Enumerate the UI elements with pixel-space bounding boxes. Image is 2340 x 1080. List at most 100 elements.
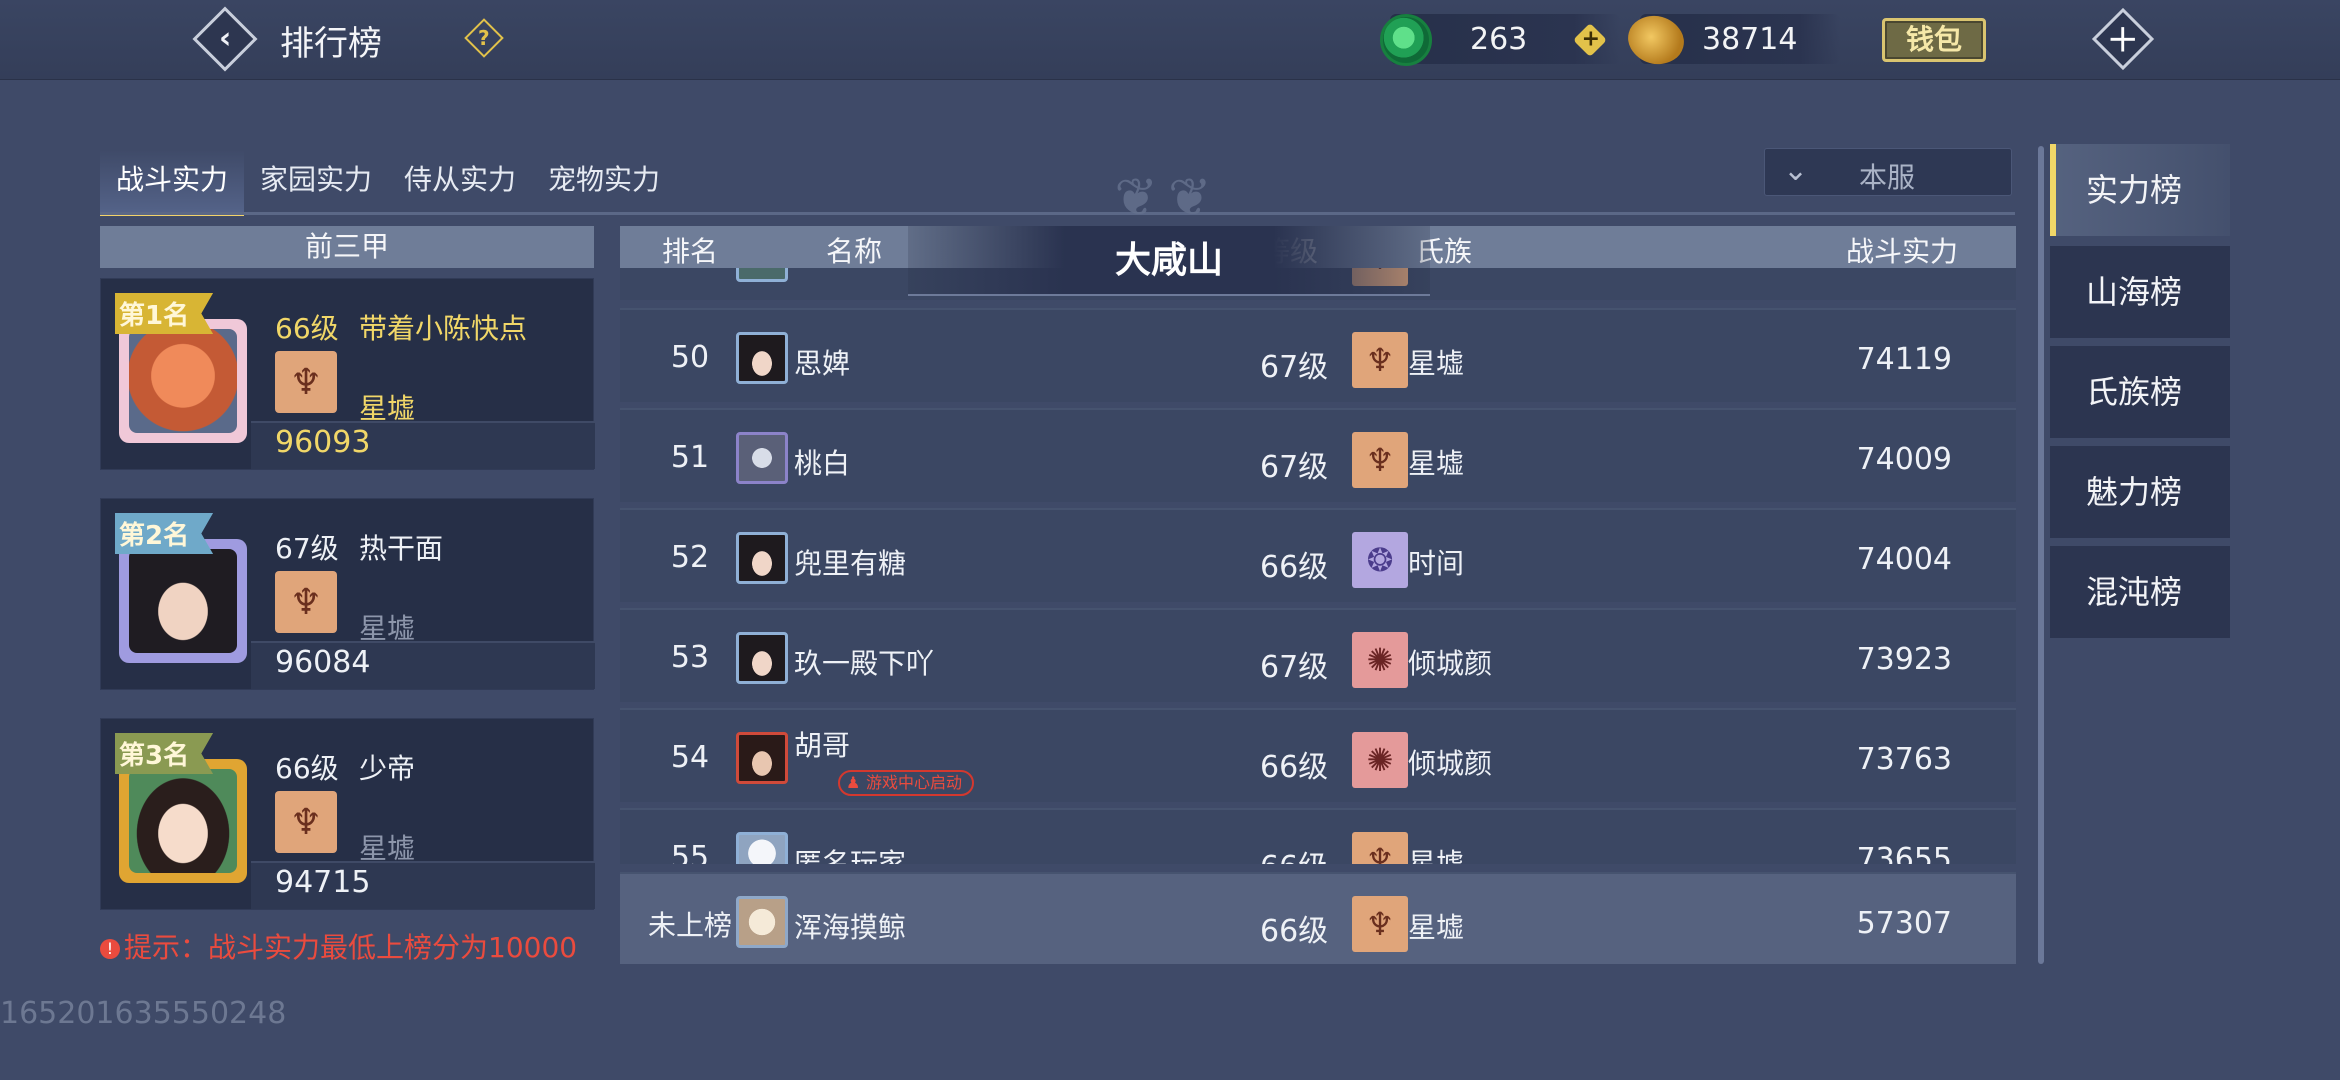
table-row[interactable]: 55 匿名玩家 66级 ♆ 星墟 73655 — [620, 808, 2016, 864]
player-name: 胡哥 — [794, 729, 851, 762]
wallet-button[interactable]: 钱包 — [1882, 18, 1986, 62]
player-level: 66级 — [1260, 842, 1328, 864]
server-banner: 大咸山 — [908, 226, 1430, 296]
combat-power: 74119 — [1856, 342, 1952, 377]
table-row[interactable]: 52 兜里有糖 66级 ❂ 时间 74004 — [620, 508, 2016, 602]
table-row[interactable]: 53 玖一殿下吖 67级 ✺ 倾城颜 73923 — [620, 608, 2016, 702]
server-dropdown[interactable]: ⌄ 本服 — [1764, 148, 2012, 196]
clan-name: 星墟 — [1408, 847, 1465, 864]
chevron-left-icon: ‹ — [218, 21, 232, 56]
server-name: 大咸山 — [1114, 240, 1223, 281]
avatar — [736, 432, 788, 484]
player-name: 浑海摸鲸 — [794, 911, 907, 944]
top3-card-3[interactable]: 第3名 66级 少帝 ♆ 星墟 94715 — [100, 718, 595, 910]
avatar — [736, 532, 788, 584]
clan-emblem-icon: ♆ — [275, 351, 337, 413]
combat-power: 57307 — [1856, 906, 1952, 941]
player-name: 桃白 — [794, 447, 851, 480]
player-name: 少帝 — [359, 752, 416, 785]
combat-power: 74004 — [1856, 542, 1952, 577]
player-level: 66级 — [1260, 550, 1329, 585]
combat-power: 73763 — [1856, 742, 1952, 777]
player-level: 67级 — [275, 532, 339, 565]
combat-power: 96084 — [275, 645, 371, 680]
avatar — [736, 732, 788, 784]
add-currency-button[interactable]: + — [1573, 23, 1607, 57]
avatar — [736, 332, 788, 384]
ranking-list[interactable]: ♆ 50 思婢 67级 ♆ 星墟 74119 51 桃白 67级 ♆ 星墟 74… — [620, 268, 2016, 864]
tab-combat-power[interactable]: 战斗实力 — [100, 150, 245, 216]
player-level: 66级 — [1260, 750, 1329, 785]
clan-emblem-icon: ♆ — [1352, 432, 1408, 488]
top3-header: 前三甲 — [100, 226, 594, 268]
table-row[interactable]: 54 胡哥 游戏中心启动 66级 ✺ 倾城颜 73763 — [620, 708, 2016, 802]
tab-pet-power[interactable]: 宠物实力 — [532, 150, 676, 216]
clan-emblem-icon: ✺ — [1352, 632, 1408, 688]
top-bar: ‹ 排行榜 ? 263 + 38714 钱包 × — [0, 0, 2340, 80]
chevron-down-icon: ⌄ — [1783, 153, 1809, 188]
side-tab-charm[interactable]: 魅力榜 — [2050, 446, 2230, 538]
clan-emblem-icon: ✺ — [1352, 732, 1408, 788]
combat-power: 96093 — [275, 425, 371, 460]
coin-amount: 38714 — [1702, 22, 1798, 57]
top3-card-2[interactable]: 第2名 67级 热干面 ♆ 星墟 96084 — [100, 498, 595, 690]
clan-emblem-icon: ♆ — [1352, 332, 1408, 388]
user-id: 165201635550248 — [0, 996, 287, 1031]
avatar — [736, 832, 788, 864]
clan-emblem-icon: ♆ — [1352, 832, 1408, 864]
col-rank: 排名 — [662, 235, 719, 268]
player-level: 67级 — [1260, 350, 1329, 385]
rank-ribbon: 第3名 — [115, 733, 214, 774]
clan-name: 倾城颜 — [1408, 647, 1493, 680]
server-dropdown-value: 本服 — [1859, 161, 1916, 194]
jade-amount: 263 — [1470, 22, 1528, 57]
side-tab-power[interactable]: 实力榜 — [2050, 144, 2230, 236]
rank-ribbon: 第1名 — [115, 293, 214, 334]
avatar — [736, 632, 788, 684]
combat-power: 94715 — [275, 865, 371, 900]
side-tab-shanhai[interactable]: 山海榜 — [2050, 246, 2230, 338]
player-name: 思婢 — [794, 347, 851, 380]
close-icon: × — [2098, 14, 2148, 64]
avatar — [736, 896, 788, 948]
clan-emblem-icon: ❂ — [1352, 532, 1408, 588]
table-row[interactable]: 51 桃白 67级 ♆ 星墟 74009 — [620, 408, 2016, 502]
clan-emblem-icon: ♆ — [1352, 896, 1408, 952]
player-level: 66级 — [275, 752, 339, 785]
tab-attendant-power[interactable]: 侍从实力 — [388, 150, 532, 216]
combat-power: 73655 — [1856, 842, 1952, 864]
clan-emblem-icon: ♆ — [275, 571, 337, 633]
clan-name: 星墟 — [1408, 347, 1465, 380]
help-icon[interactable]: ? — [464, 18, 504, 58]
clan-name: 时间 — [1408, 547, 1465, 580]
warning-icon: ! — [100, 939, 120, 959]
player-name: 带着小陈快点 — [359, 312, 528, 345]
avatar — [119, 539, 247, 663]
banner-ornament-icon: ❦❦ — [1114, 168, 1222, 228]
back-button[interactable]: ‹ — [192, 6, 258, 72]
page-title: 排行榜 — [280, 24, 382, 64]
rank-ribbon: 第2名 — [115, 513, 214, 554]
top3-card-1[interactable]: 第1名 66级 带着小陈快点 ♆ 星墟 96093 — [100, 278, 595, 470]
player-name: 兜里有糖 — [794, 547, 907, 580]
combat-power: 74009 — [1856, 442, 1952, 477]
table-row[interactable]: 50 思婢 67级 ♆ 星墟 74119 — [620, 308, 2016, 402]
combat-power: 73923 — [1856, 642, 1952, 677]
category-tabs: 战斗实力 家园实力 侍从实力 宠物实力 — [100, 150, 676, 216]
side-tab-clan[interactable]: 氏族榜 — [2050, 346, 2230, 438]
jade-currency: 263 + — [1380, 14, 1620, 66]
clan-name: 星墟 — [1408, 911, 1465, 944]
close-button[interactable]: × — [2090, 6, 2156, 72]
player-name: 玖一殿下吖 — [794, 647, 935, 680]
col-name: 名称 — [826, 235, 883, 268]
side-tab-chaos[interactable]: 混沌榜 — [2050, 546, 2230, 638]
clan-name: 星墟 — [1408, 447, 1465, 480]
jade-icon — [1380, 14, 1432, 66]
list-scrollbar[interactable] — [2038, 146, 2044, 964]
tab-home-power[interactable]: 家园实力 — [244, 150, 388, 216]
self-rank-row[interactable]: 未上榜 浑海摸鲸 66级 ♆ 星墟 57307 — [620, 872, 2016, 964]
avatar — [736, 268, 788, 282]
tip-text: 提示：战斗实力最低上榜分为10000 — [124, 931, 578, 964]
player-level: 66级 — [275, 312, 339, 345]
coin-icon — [1620, 4, 1692, 76]
